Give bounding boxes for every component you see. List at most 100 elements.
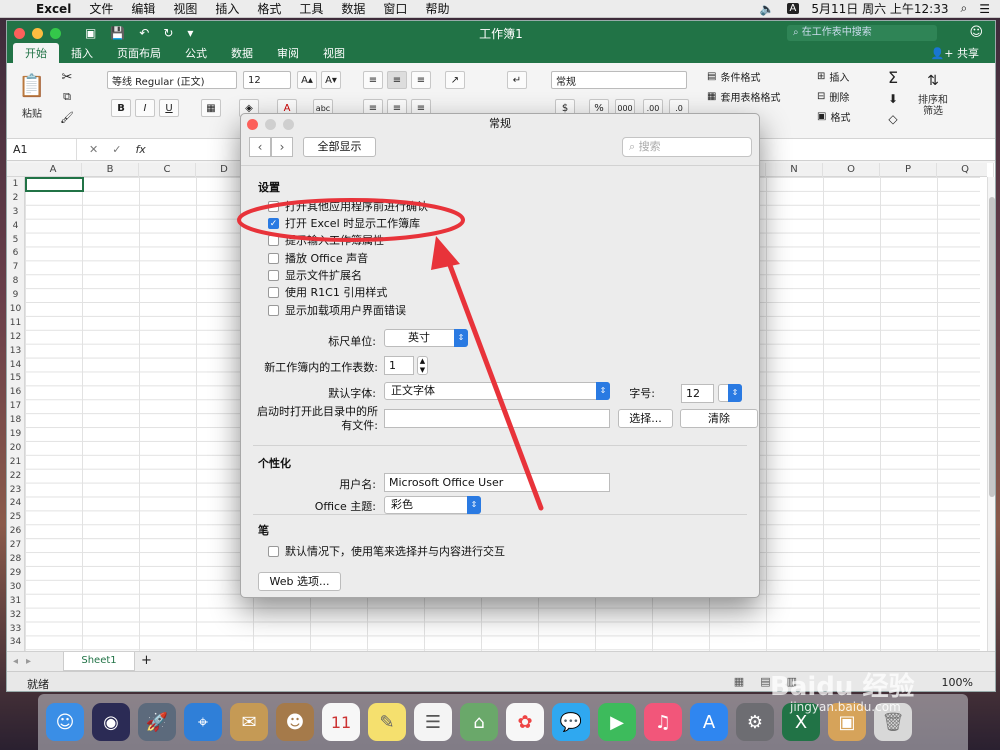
column-header-q[interactable]: Q [937, 163, 994, 177]
row-header-2[interactable]: 2 [7, 191, 24, 205]
menu-help[interactable]: 帮助 [425, 0, 449, 17]
app-store-icon[interactable]: A [690, 703, 728, 741]
delete-cells-button[interactable]: ⊟ 删除 [817, 89, 877, 104]
show-extensions-checkbox[interactable]: 显示文件扩展名 [268, 267, 362, 283]
checkmark-icon[interactable]: ✓ [268, 217, 279, 229]
siri-icon[interactable]: ◉ [92, 703, 130, 741]
row-header-24[interactable]: 24 [7, 496, 24, 510]
reminders-icon[interactable]: ☰ [414, 703, 452, 741]
zoom-window-icon[interactable] [50, 27, 61, 39]
row-header-21[interactable]: 21 [7, 455, 24, 469]
feedback-smiley-icon[interactable]: ☺ [969, 25, 983, 40]
font-name-combo[interactable]: 等线 Regular (正文) [107, 71, 237, 89]
r1c1-reference-checkbox[interactable]: 使用 R1C1 引用样式 [268, 284, 387, 300]
format-cells-button[interactable]: ▣ 格式 [817, 109, 877, 124]
column-header-c[interactable]: C [139, 163, 196, 177]
checkbox-box[interactable] [268, 304, 279, 316]
username-input[interactable]: Microsoft Office User [384, 473, 610, 492]
menu-format[interactable]: 格式 [257, 0, 281, 17]
row-header-10[interactable]: 10 [7, 302, 24, 316]
close-window-icon[interactable] [14, 27, 25, 39]
number-format-combo[interactable]: 常规 [551, 71, 687, 89]
column-header-a[interactable]: A [25, 163, 82, 177]
notification-icon[interactable]: ☰ [979, 2, 990, 16]
orientation-icon[interactable]: ↗ [445, 71, 465, 89]
checkbox-box[interactable] [268, 252, 279, 264]
column-header-n[interactable]: N [766, 163, 823, 177]
addin-ui-errors-checkbox[interactable]: 显示加载项用户界面错误 [268, 302, 406, 318]
fill-icon[interactable]: ⬇ [883, 89, 903, 109]
row-header-28[interactable]: 28 [7, 552, 24, 566]
row-header-30[interactable]: 30 [7, 580, 24, 594]
sidebar-toggle-icon[interactable]: ▣ [85, 26, 96, 40]
row-header-33[interactable]: 33 [7, 622, 24, 636]
increase-font-icon[interactable]: A▴ [297, 71, 317, 89]
row-header-5[interactable]: 5 [7, 233, 24, 247]
checkbox-box[interactable] [268, 269, 279, 281]
row-header-16[interactable]: 16 [7, 385, 24, 399]
row-header-34[interactable]: 34 [7, 635, 24, 649]
share-button[interactable]: 👤+ 共享 [931, 45, 979, 61]
row-header-23[interactable]: 23 [7, 483, 24, 497]
column-header-o[interactable]: O [823, 163, 880, 177]
notes-icon[interactable]: ✎ [368, 703, 406, 741]
row-header-26[interactable]: 26 [7, 524, 24, 538]
tab-review[interactable]: 审阅 [265, 43, 311, 63]
normal-view-icon[interactable]: ▦ [734, 675, 744, 688]
confirm-before-open-checkbox[interactable]: 打开其他应用程序前进行确认 [268, 198, 428, 214]
copy-icon[interactable]: ⧉ [59, 89, 75, 105]
spotlight-icon[interactable]: ⌕ [961, 1, 968, 16]
tab-insert[interactable]: 插入 [59, 43, 105, 63]
sort-filter-icon[interactable]: ⇅ [919, 67, 947, 95]
safari-icon[interactable]: ⌖ [184, 703, 222, 741]
row-header-19[interactable]: 19 [7, 427, 24, 441]
calendar-icon[interactable]: 11 [322, 703, 360, 741]
row-header-25[interactable]: 25 [7, 510, 24, 524]
back-arrow-icon[interactable]: ‹ [249, 137, 271, 157]
facetime-icon[interactable]: ▶ [598, 703, 636, 741]
conditional-format-button[interactable]: ▤ 条件格式 [707, 69, 807, 84]
redo-icon[interactable]: ↻ [163, 26, 173, 40]
row-header-6[interactable]: 6 [7, 246, 24, 260]
sheet-tab-sheet1[interactable]: Sheet1 [63, 652, 135, 671]
name-box[interactable]: A1 [7, 139, 77, 160]
decrease-font-icon[interactable]: A▾ [321, 71, 341, 89]
contacts-icon[interactable]: ☻ [276, 703, 314, 741]
insert-cells-button[interactable]: ⊞ 插入 [817, 69, 877, 84]
row-header-13[interactable]: 13 [7, 344, 24, 358]
tab-data[interactable]: 数据 [219, 43, 265, 63]
font-size-combo[interactable]: 12 [243, 71, 291, 89]
align-top-icon[interactable]: ≡ [363, 71, 383, 89]
finder-icon[interactable]: ☺ [46, 703, 84, 741]
align-bottom-icon[interactable]: ≡ [411, 71, 431, 89]
wrap-text-icon[interactable]: ↵ [507, 71, 527, 89]
office-theme-popup[interactable]: 彩色 ⇕ [384, 496, 481, 514]
input-method-icon[interactable]: A [786, 3, 800, 14]
row-header-31[interactable]: 31 [7, 594, 24, 608]
row-header-7[interactable]: 7 [7, 260, 24, 274]
maps-icon[interactable]: ⌂ [460, 703, 498, 741]
row-header-1[interactable]: 1 [7, 177, 24, 191]
clear-folder-button[interactable]: 清除 [680, 409, 758, 428]
menu-data[interactable]: 数据 [341, 0, 365, 17]
startup-folder-input[interactable] [384, 409, 610, 428]
checkbox-box[interactable] [268, 286, 279, 298]
ruler-units-popup[interactable]: 英寸 ⇕ [384, 329, 468, 347]
add-sheet-button[interactable]: + [141, 653, 152, 668]
music-icon[interactable]: ♫ [644, 703, 682, 741]
confirm-formula-icon[interactable]: ✓ [112, 143, 121, 156]
underline-button[interactable]: U [159, 99, 179, 117]
messages-icon[interactable]: 💬 [552, 703, 590, 741]
bold-button[interactable]: B [111, 99, 131, 117]
italic-button[interactable]: I [135, 99, 155, 117]
paste-icon[interactable]: 📋 [17, 71, 47, 101]
launchpad-icon[interactable]: 🚀 [138, 703, 176, 741]
format-painter-icon[interactable]: 🖌 [59, 109, 75, 125]
minimize-window-icon[interactable] [32, 27, 43, 39]
cancel-formula-icon[interactable]: ✕ [89, 143, 98, 156]
row-header-11[interactable]: 11 [7, 316, 24, 330]
forward-arrow-icon[interactable]: › [271, 137, 293, 157]
clock[interactable]: 5月11日 周六 上午12:33 [811, 0, 948, 17]
play-sounds-checkbox[interactable]: 播放 Office 声音 [268, 250, 368, 266]
tab-home[interactable]: 开始 [13, 43, 59, 63]
